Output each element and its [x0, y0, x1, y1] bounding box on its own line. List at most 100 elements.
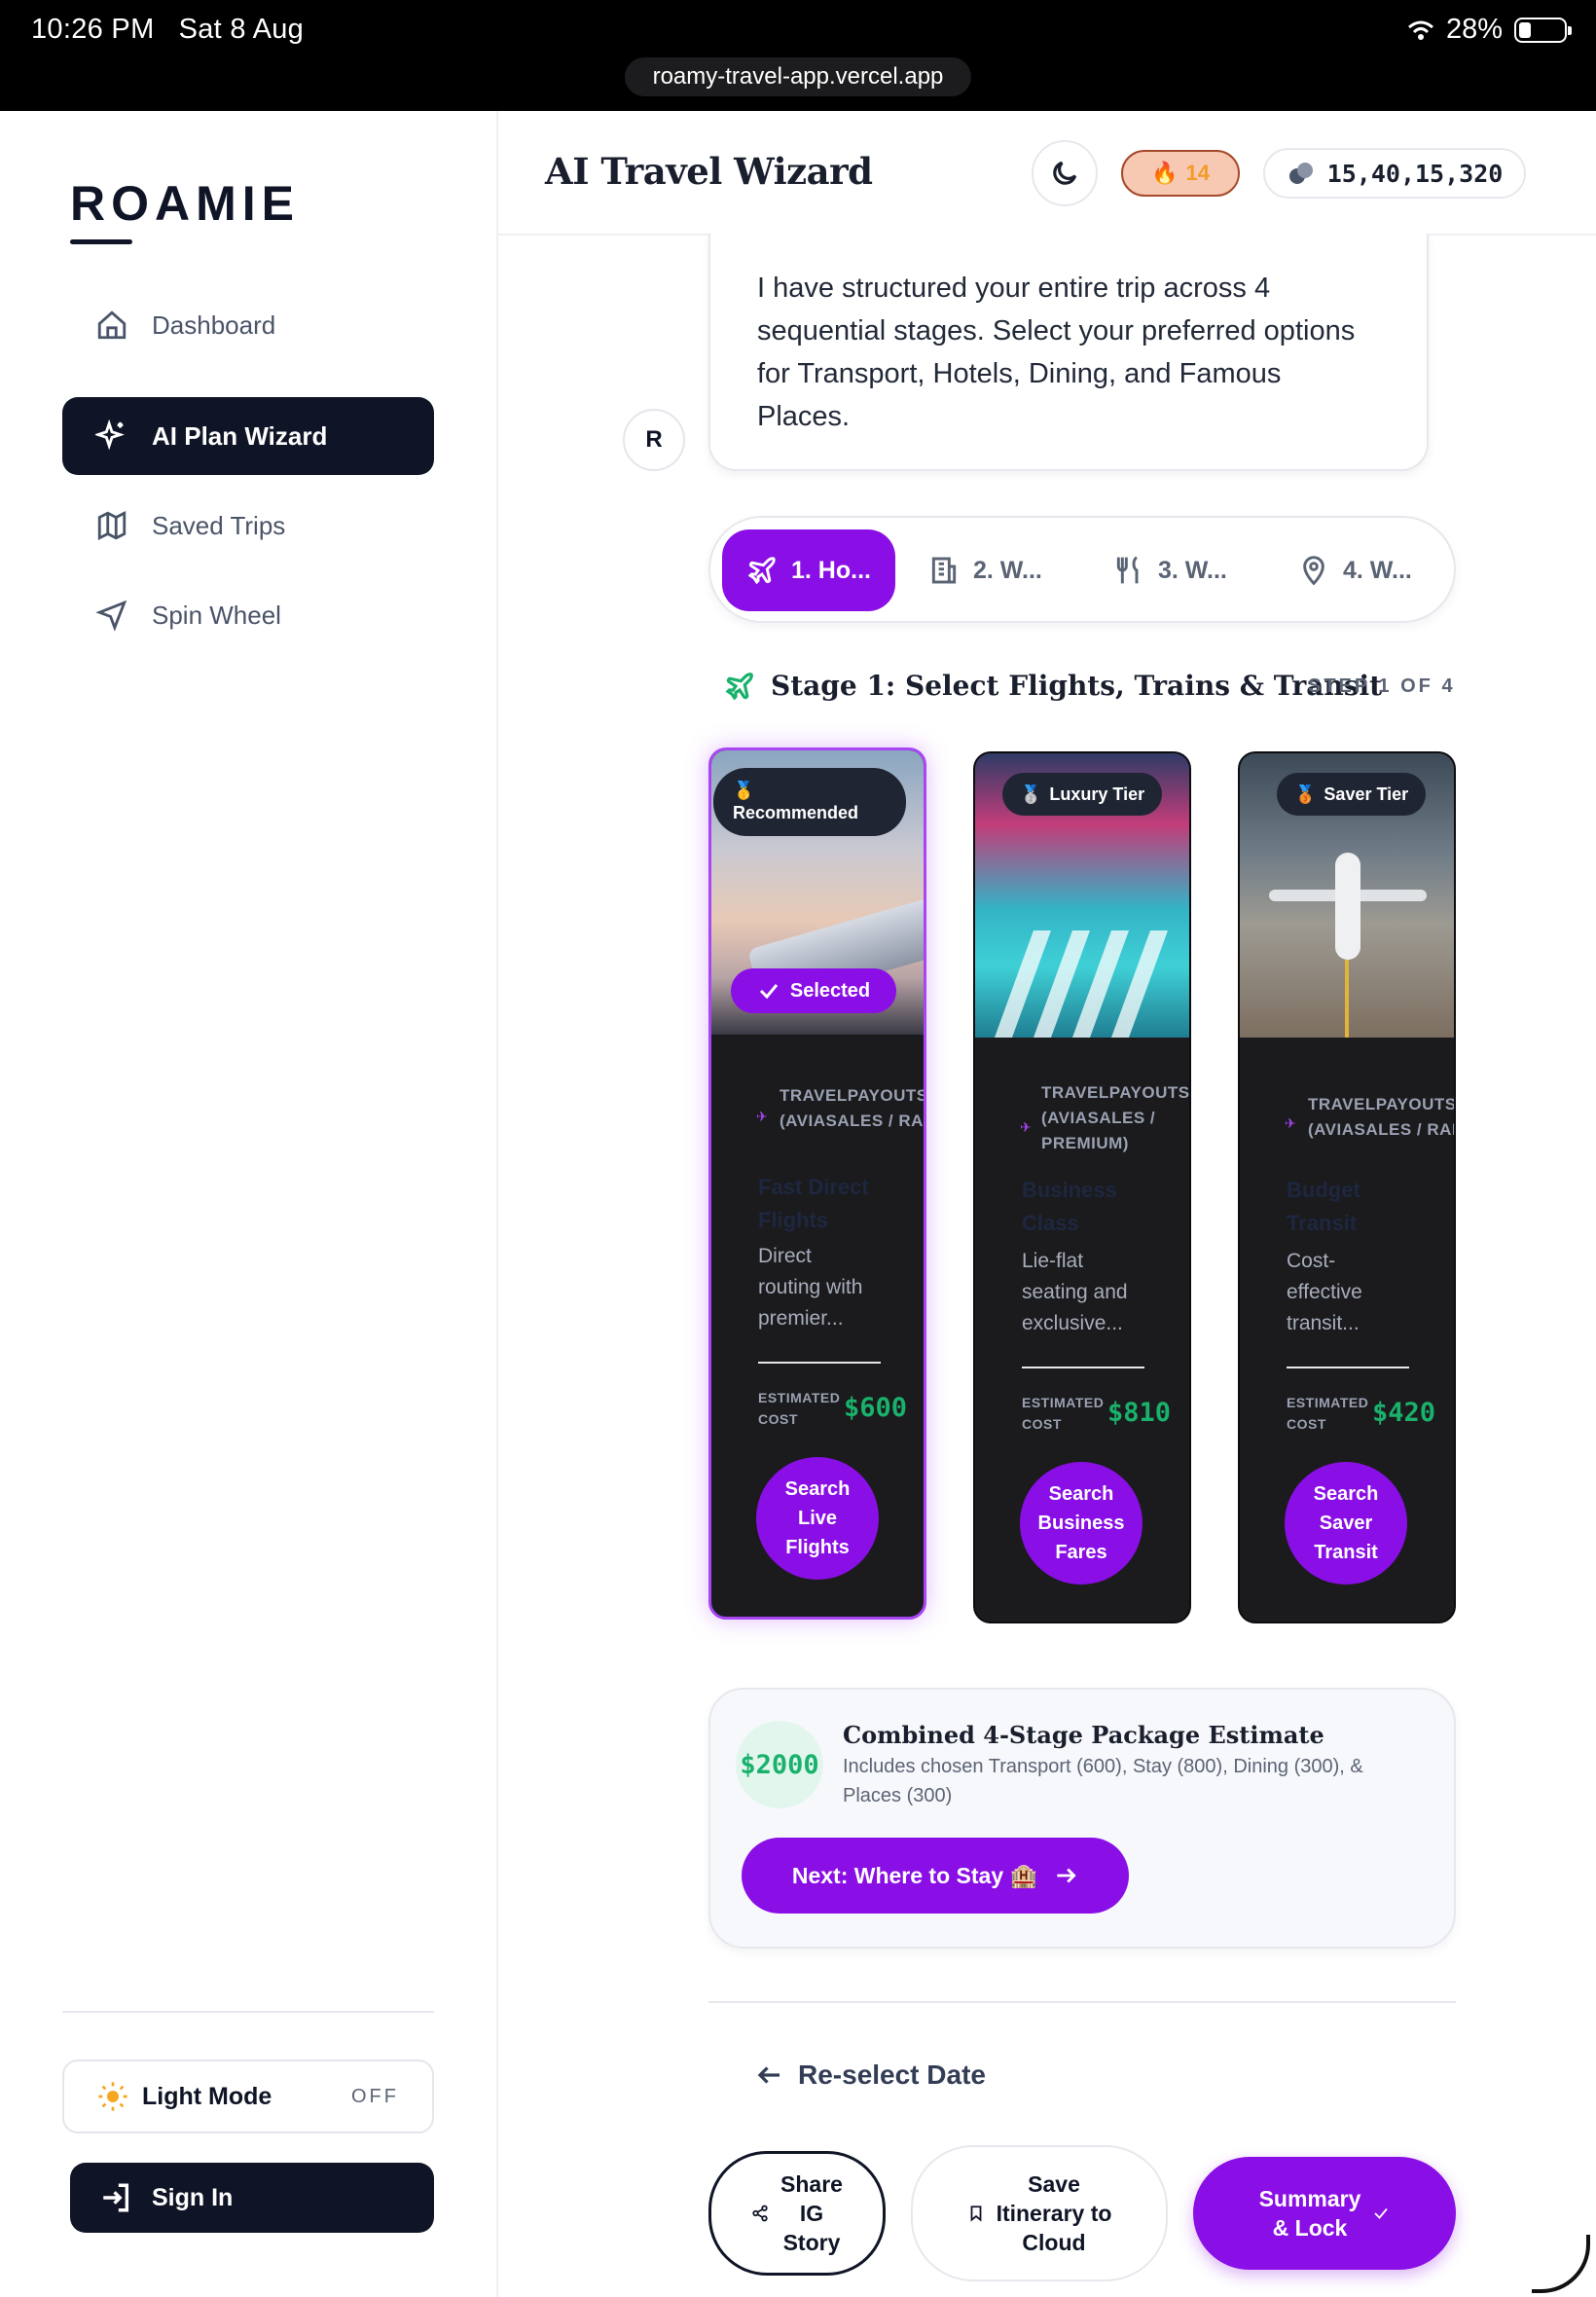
sidebar-item-label: Saved Trips [152, 510, 286, 540]
package-description: Includes chosen Transport (600), Stay (8… [843, 1756, 1363, 1806]
tier-badge: 🥈 Luxury Tier [1002, 773, 1163, 816]
streak-badge[interactable]: 🔥 14 [1121, 150, 1240, 197]
selected-label: Selected [789, 979, 871, 1002]
sidebar-item-label: AI Plan Wizard [152, 420, 328, 451]
coin-balance[interactable]: 15,40,15,320 [1263, 148, 1526, 199]
cost-value: $810 [1107, 1398, 1172, 1428]
tab-label: 4. W... [1343, 556, 1412, 584]
tab-label: 3. W... [1158, 556, 1227, 584]
url-bar[interactable]: roamy-travel-app.vercel.app [625, 57, 971, 96]
sidebar-item-ai-plan-wizard[interactable]: AI Plan Wizard [62, 397, 434, 475]
sidebar-item-spin-wheel[interactable]: Spin Wheel [62, 576, 434, 654]
arrow-right-icon [1057, 1868, 1076, 1883]
check-icon [759, 984, 779, 1000]
light-mode-toggle[interactable]: Light Mode OFF [62, 2060, 434, 2133]
card-divider [758, 1362, 881, 1364]
bookmark-icon [970, 2206, 981, 2222]
share-ig-story-button[interactable]: Share IG Story [708, 2151, 886, 2276]
option-card-recommended[interactable]: 🥇 Recommended Selected ✈ TRAVELPAYOUTS (A… [708, 747, 926, 1620]
status-bar: 10:26 PM Sat 8 Aug 28% roamy-travel-app.… [0, 0, 1596, 111]
provider-name: TRAVELPAYOUTS (AVIASALES / RAIL [1308, 1095, 1456, 1139]
cost-label: ESTIMATED COST [758, 1390, 841, 1427]
card-title: Budget Transit [1287, 1178, 1360, 1235]
card-description: Cost-effective transit... [1287, 1250, 1362, 1334]
map-pin-icon [1303, 556, 1324, 586]
card-description: Direct routing with premier... [758, 1245, 863, 1330]
building-icon [931, 557, 957, 584]
medal-icon: 🥉 [1294, 784, 1317, 804]
coins-icon [1288, 163, 1313, 184]
medal-icon: 🥇 [733, 781, 755, 800]
light-mode-label: Light Mode [142, 2082, 272, 2110]
reselect-date-link[interactable]: Re-select Date [755, 2060, 986, 2091]
map-icon [97, 510, 127, 541]
sign-in-label: Sign In [152, 2183, 234, 2211]
top-header: AI Travel Wizard 🔥 14 15,40,15,320 [498, 111, 1596, 236]
share-icon [752, 2205, 768, 2222]
light-mode-state: OFF [351, 2085, 399, 2107]
sign-in-button[interactable]: Sign In [70, 2163, 434, 2233]
provider-name: TRAVELPAYOUTS (AVIASALES / RAIL [780, 1086, 926, 1130]
card-title: Fast Direct Flights [758, 1175, 869, 1232]
card-divider [1287, 1367, 1409, 1368]
loading-indicator [1532, 2235, 1590, 2293]
tab-label: 2. W... [973, 556, 1042, 584]
cost-label: ESTIMATED COST [1287, 1395, 1369, 1432]
app-logo[interactable]: ROAMIE [70, 175, 300, 232]
sidebar-divider [62, 2011, 434, 2013]
package-total: $2000 [736, 1721, 823, 1808]
stage-heading: Stage 1: Select Flights, Trains & Transi… [724, 670, 1382, 702]
option-card-saver[interactable]: 🥉 Saver Tier ✈ TRAVELPAYOUTS (AVIASALES /… [1238, 751, 1456, 1623]
tab-label: 1. Ho... [791, 556, 871, 584]
tab-stage-4[interactable]: 4. W... [1298, 529, 1412, 611]
flame-icon: 🔥 [1151, 161, 1179, 185]
moon-icon [1053, 161, 1077, 185]
save-itinerary-button[interactable]: Save Itinerary to Cloud [911, 2145, 1168, 2281]
stage-tabs: 1. Ho... 2. W... 3. W... 4. W... [708, 516, 1456, 623]
cost-value: $600 [844, 1393, 908, 1423]
sidebar-item-dashboard[interactable]: Dashboard [62, 286, 434, 364]
tier-badge: 🥉 Saver Tier [1277, 773, 1427, 816]
tab-stage-1[interactable]: 1. Ho... [722, 529, 895, 611]
cost-label: ESTIMATED COST [1022, 1395, 1105, 1432]
battery-icon [1514, 17, 1572, 43]
theme-toggle-button[interactable] [1032, 140, 1098, 206]
assistant-message: I have structured your entire trip acros… [708, 234, 1429, 471]
navigation-icon [95, 600, 127, 632]
package-estimate-card: $2000 Combined 4-Stage Package Estimate … [708, 1688, 1456, 1949]
content-divider [708, 2001, 1456, 2003]
summary-lock-button[interactable]: Summary & Lock [1193, 2157, 1456, 2270]
card-divider [1022, 1367, 1144, 1368]
tab-stage-3[interactable]: 3. W... [1113, 529, 1227, 611]
tab-stage-2[interactable]: 2. W... [928, 529, 1042, 611]
cost-value: $420 [1372, 1398, 1436, 1428]
search-business-fares-button[interactable]: Search Business Fares [1020, 1462, 1143, 1585]
wifi-icon [1407, 20, 1433, 40]
option-card-luxury[interactable]: 🥈 Luxury Tier ✈ TRAVELPAYOUTS (AVIASALES … [973, 751, 1191, 1623]
next-button-label: Next: Where to Stay 🏨 [791, 1862, 1038, 1888]
tier-badge-label: Luxury Tier [1049, 784, 1145, 804]
tier-badge-label: Saver Tier [1324, 784, 1409, 804]
reselect-label: Re-select Date [798, 2060, 986, 2090]
sparkles-icon [95, 419, 125, 451]
search-saver-transit-button[interactable]: Search Saver Transit [1285, 1462, 1407, 1585]
check-icon [1374, 2207, 1389, 2219]
sidebar-item-label: Spin Wheel [152, 600, 281, 630]
sun-icon [98, 2082, 127, 2111]
page-title: AI Travel Wizard [545, 150, 873, 193]
tier-badge: 🥇 Recommended [713, 768, 906, 836]
streak-count: 14 [1185, 161, 1210, 185]
logo-underline [70, 239, 132, 244]
package-title: Combined 4-Stage Package Estimate [843, 1721, 1324, 1749]
arrow-left-icon [757, 2066, 780, 2084]
plane-icon [725, 672, 753, 701]
home-icon [97, 310, 127, 340]
sidebar-item-saved-trips[interactable]: Saved Trips [62, 487, 434, 565]
tier-badge-label: Recommended [733, 803, 859, 822]
search-live-flights-button[interactable]: Search Live Flights [756, 1457, 879, 1580]
utensils-icon [1116, 556, 1139, 584]
plane-icon: ✈ [756, 1109, 768, 1124]
next-where-to-stay-button[interactable]: Next: Where to Stay 🏨 [742, 1838, 1129, 1914]
battery-percent: 28% [1445, 14, 1503, 45]
login-icon [103, 2183, 129, 2212]
